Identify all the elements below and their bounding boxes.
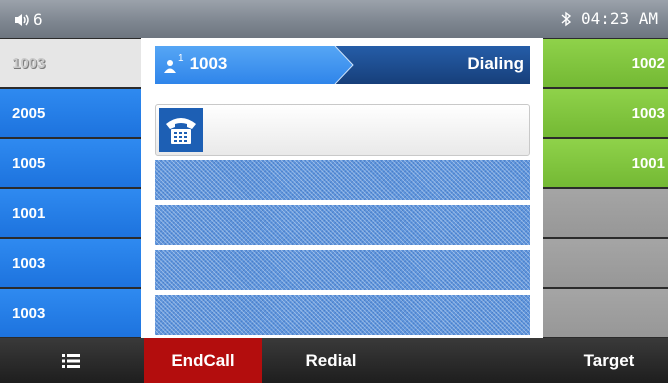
call-header: 1 1003 Dialing	[155, 46, 530, 84]
target-softkey[interactable]: Target	[550, 338, 668, 383]
blf-key-1[interactable]: 1002	[543, 39, 668, 87]
bluetooth-icon	[561, 11, 571, 26]
line-key-label: 1003	[12, 54, 46, 72]
line-key-label: 2005	[12, 104, 46, 122]
blf-key-2[interactable]: 1003	[543, 89, 668, 137]
phone-dialpad-icon[interactable]	[159, 108, 203, 152]
line-key-label: 1005	[12, 154, 46, 172]
redial-softkey[interactable]: Redial	[272, 338, 390, 383]
volume-indicator: 6	[14, 10, 43, 29]
line-key-1[interactable]: 1003	[0, 39, 141, 87]
line-key-label: 1003	[12, 254, 46, 272]
blf-key-6[interactable]	[543, 289, 668, 337]
clock: 04:23 AM	[580, 9, 658, 28]
line-key-6[interactable]: 1003	[0, 289, 141, 337]
line-key-3[interactable]: 1005	[0, 139, 141, 187]
contact-person-icon	[164, 60, 176, 73]
blf-key-5[interactable]	[543, 239, 668, 287]
menu-softkey[interactable]	[0, 338, 141, 383]
line-key-label: 1003	[12, 304, 46, 322]
account-index: 1	[178, 52, 184, 64]
dialed-number: 1003	[189, 54, 228, 73]
softkey-bar: EndCall Redial Target	[0, 338, 668, 383]
empty-slot	[155, 250, 530, 290]
line-key-label: 1001	[12, 204, 46, 222]
dial-input[interactable]	[155, 104, 530, 156]
line-key-2[interactable]: 2005	[0, 89, 141, 137]
empty-slot	[155, 205, 530, 245]
status-bar: 6 04:23 AM	[0, 0, 668, 38]
blf-key-label: 1001	[631, 154, 665, 172]
blf-key-label: 1003	[631, 104, 665, 122]
line-keys-left: 1003 2005 1005 1001 1003 1003	[0, 38, 141, 338]
blf-key-label: 1002	[631, 54, 665, 72]
list-icon	[61, 353, 80, 368]
empty-slot	[155, 295, 530, 335]
blf-key-3[interactable]: 1001	[543, 139, 668, 187]
line-keys-right: 1002 1003 1001	[543, 38, 668, 338]
volume-level: 6	[33, 10, 43, 29]
blf-key-4[interactable]	[543, 189, 668, 237]
line-key-4[interactable]: 1001	[0, 189, 141, 237]
empty-slot	[155, 160, 530, 200]
dialing-panel: 1 1003 Dialing	[141, 38, 543, 338]
endcall-softkey[interactable]: EndCall	[144, 338, 262, 383]
line-key-5[interactable]: 1003	[0, 239, 141, 287]
call-state: Dialing	[467, 54, 524, 73]
speaker-icon	[15, 13, 29, 26]
